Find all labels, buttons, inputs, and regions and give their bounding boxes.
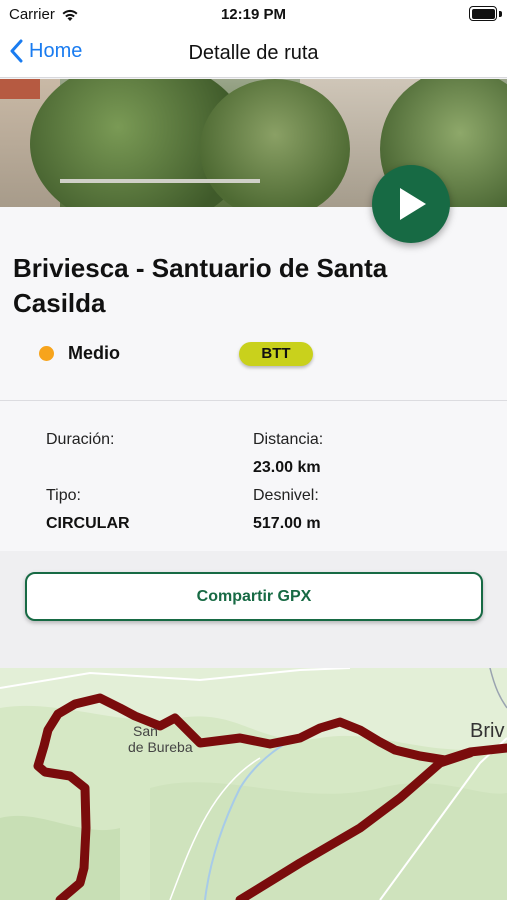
map-canvas[interactable] — [0, 668, 507, 900]
type-label: Tipo: — [46, 487, 81, 504]
elevation-value: 517.00 m — [253, 515, 321, 532]
share-section: Compartir GPX — [0, 551, 507, 668]
difficulty-label: Medio — [68, 343, 120, 363]
play-button[interactable] — [372, 165, 450, 243]
route-type-badge: BTT — [239, 342, 313, 366]
route-detail-screen: Carrier 12:19 PM Home Detalle de ruta Br… — [0, 0, 507, 900]
play-icon — [400, 188, 426, 220]
elevation-label: Desnivel: — [253, 487, 319, 504]
difficulty-dot-icon — [39, 346, 54, 361]
distance-value: 23.00 km — [253, 459, 321, 476]
share-gpx-button[interactable]: Compartir GPX — [25, 572, 483, 621]
status-time: 12:19 PM — [220, 6, 287, 23]
route-map[interactable]: San de Bureba Briv — [0, 668, 507, 900]
duration-label: Duración: — [46, 431, 115, 448]
map-label-town-2: de Bureba — [128, 739, 193, 755]
distance-label: Distancia: — [253, 431, 324, 448]
page-title: Detalle de ruta — [188, 42, 319, 64]
map-label-town-3: Briv — [470, 720, 505, 742]
status-bar: Carrier 12:19 PM — [0, 0, 507, 30]
difficulty-indicator: Medio — [39, 343, 120, 364]
map-label-town-1: San — [133, 723, 158, 739]
route-title: Briviesca - Santuario de Santa Casilda — [13, 253, 388, 318]
navigation-bar: Home Detalle de ruta — [0, 30, 507, 78]
route-details: Duración: Distancia: 23.00 km Tipo: CIRC… — [0, 401, 507, 551]
battery-icon — [469, 6, 497, 21]
type-value: CIRCULAR — [46, 515, 130, 532]
battery-tip — [499, 11, 502, 17]
